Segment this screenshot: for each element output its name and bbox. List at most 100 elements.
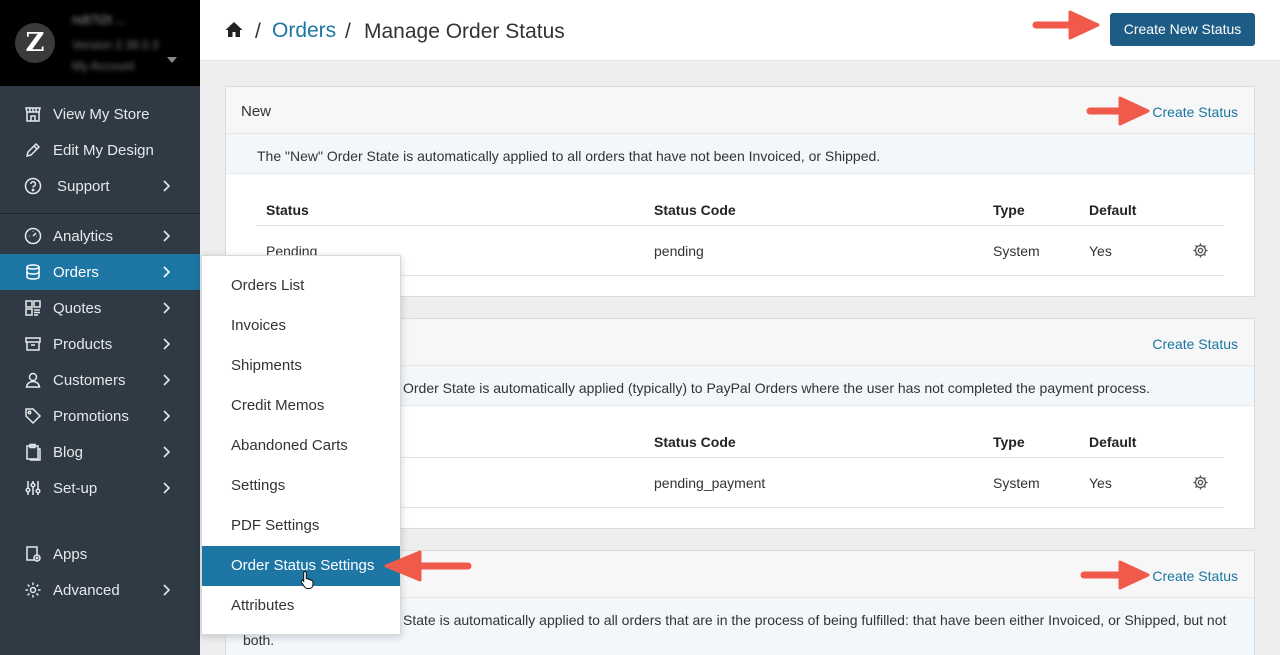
type-cell: System (993, 243, 1040, 259)
column-header-status-code: Status Code (654, 202, 736, 218)
chevron-right-icon (163, 410, 171, 422)
sidebar-item-view-my-store[interactable]: View My Store (0, 96, 200, 132)
breadcrumb-separator: / (345, 20, 351, 43)
breadcrumb-orders-link[interactable]: Orders (272, 19, 336, 43)
sidebar-item-support[interactable]: Support (0, 168, 200, 204)
sidebar-item-label: Quotes (53, 300, 102, 317)
menu-item-attributes[interactable]: Attributes (202, 586, 400, 626)
table-divider (256, 457, 1224, 458)
annotation-arrow-icon (1032, 10, 1100, 40)
column-header-type: Type (993, 202, 1025, 218)
menu-item-label: Credit Memos (231, 397, 325, 414)
chevron-right-icon (163, 584, 171, 596)
question-icon (24, 177, 42, 195)
sidebar-item-label: Promotions (53, 408, 129, 425)
quotes-icon (25, 300, 41, 316)
gauge-icon (24, 227, 42, 245)
logo: Z (15, 23, 55, 63)
menu-item-orders-list[interactable]: Orders List (202, 266, 400, 306)
sidebar-item-products[interactable]: Products (0, 326, 200, 362)
sidebar-item-label: Apps (53, 546, 88, 563)
menu-item-label: Abandoned Carts (231, 437, 348, 454)
menu-item-label: Invoices (231, 317, 287, 334)
sidebar: Z ndt7t2t ... Version 2.38.0.3 My Accoun… (0, 0, 200, 655)
menu-item-label: Attributes (231, 597, 295, 614)
home-icon[interactable] (224, 20, 244, 40)
caret-down-icon[interactable] (167, 57, 177, 63)
menu-item-label: PDF Settings (231, 517, 320, 534)
create-status-link[interactable]: Create Status (1152, 336, 1238, 352)
store-icon (25, 107, 41, 122)
sidebar-item-promotions[interactable]: Promotions (0, 398, 200, 434)
box-icon (25, 337, 41, 351)
chevron-right-icon (163, 446, 171, 458)
column-header-status-code: Status Code (654, 434, 736, 450)
menu-item-label: Orders List (231, 277, 305, 294)
sidebar-item-blog[interactable]: Blog (0, 434, 200, 470)
chevron-right-icon (163, 482, 171, 494)
apps-icon (26, 546, 41, 562)
sidebar-item-apps[interactable]: Apps (0, 536, 200, 572)
sidebar-item-set-up[interactable]: Set-up (0, 470, 200, 506)
sidebar-item-advanced[interactable]: Advanced (0, 572, 200, 608)
sidebar-item-label: Edit My Design (53, 142, 154, 159)
menu-item-shipments[interactable]: Shipments (202, 346, 400, 386)
chevron-right-icon (163, 374, 171, 386)
default-cell: Yes (1089, 475, 1112, 491)
chevron-right-icon (163, 338, 171, 350)
annotation-arrow-icon (384, 550, 472, 582)
sidebar-item-edit-my-design[interactable]: Edit My Design (0, 132, 200, 168)
menu-item-pdf-settings[interactable]: PDF Settings (202, 506, 400, 546)
status-code-cell: pending_payment (654, 475, 766, 491)
column-header-type: Type (993, 434, 1025, 450)
gear-icon[interactable] (1192, 474, 1209, 491)
my-account-link[interactable]: My Account (72, 59, 134, 73)
sidebar-item-label: View My Store (53, 106, 150, 123)
database-icon (26, 264, 40, 280)
create-status-link[interactable]: Create Status (1152, 568, 1238, 584)
menu-item-invoices[interactable]: Invoices (202, 306, 400, 346)
sidebar-item-label: Blog (53, 444, 84, 461)
page-title: Manage Order Status (364, 20, 565, 43)
version-text: Version 2.38.0.3 (72, 38, 159, 52)
description-text: The "New" Order State is automatically a… (257, 148, 881, 164)
sidebar-item-label: Support (57, 178, 110, 195)
hand-cursor-icon (300, 570, 314, 589)
chevron-right-icon (163, 266, 171, 278)
sliders-icon (25, 481, 41, 495)
chevron-right-icon (163, 230, 171, 242)
sidebar-divider (0, 213, 200, 214)
table-divider (256, 507, 1224, 508)
create-new-status-button[interactable]: Create New Status (1110, 13, 1255, 46)
column-header-default: Default (1089, 434, 1137, 450)
account-header[interactable]: Z ndt7t2t ... Version 2.38.0.3 My Accoun… (0, 0, 200, 86)
column-header-default: Default (1089, 202, 1137, 218)
sidebar-item-customers[interactable]: Customers (0, 362, 200, 398)
description-text: Order State is automatically applied (ty… (403, 380, 1151, 396)
chevron-right-icon (163, 302, 171, 314)
menu-item-label: Shipments (231, 357, 302, 374)
sidebar-item-analytics[interactable]: Analytics (0, 218, 200, 254)
gear-icon[interactable] (1192, 242, 1209, 259)
column-header-status: Status (266, 202, 309, 218)
sidebar-item-orders[interactable]: Orders (0, 254, 200, 290)
menu-item-settings[interactable]: Settings (202, 466, 400, 506)
menu-item-credit-memos[interactable]: Credit Memos (202, 386, 400, 426)
sidebar-item-label: Customers (53, 372, 126, 389)
panel-title: New (241, 103, 272, 120)
create-status-link[interactable]: Create Status (1152, 104, 1238, 120)
sidebar-item-label: Products (53, 336, 113, 353)
user-icon (25, 372, 41, 388)
status-code-cell: pending (654, 243, 704, 259)
pencil-icon (25, 142, 41, 158)
breadcrumb-separator: / (255, 20, 261, 43)
chevron-right-icon (163, 180, 171, 192)
table-divider (256, 275, 1224, 276)
panel-description: The "New" Order State is automatically a… (226, 134, 1254, 174)
sidebar-item-label: Set-up (53, 480, 98, 497)
tag-icon (25, 408, 42, 425)
sidebar-item-quotes[interactable]: Quotes (0, 290, 200, 326)
sidebar-item-label: Analytics (53, 228, 114, 245)
table-divider (256, 225, 1224, 226)
menu-item-abandoned-carts[interactable]: Abandoned Carts (202, 426, 400, 466)
